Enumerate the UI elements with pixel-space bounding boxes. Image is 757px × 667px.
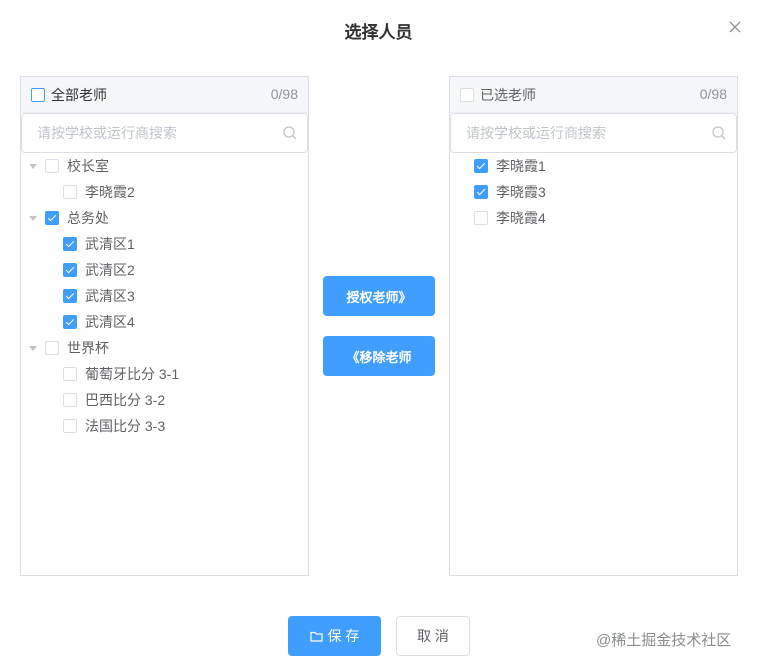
left-panel-count: 0/98 [270, 86, 298, 102]
right-transfer-panel: 已选老师 0/98 李晓霞1 李晓霞3 李晓霞4 [449, 76, 738, 576]
folder-icon [309, 631, 323, 642]
list-item[interactable]: 李晓霞1 [450, 153, 737, 179]
list-item-label: 李晓霞1 [496, 158, 546, 174]
tree-leaf-label: 葡萄牙比分 3-1 [85, 366, 180, 382]
list-checkbox[interactable] [474, 185, 488, 199]
list-checkbox[interactable] [474, 211, 488, 225]
save-button[interactable]: 保 存 [288, 616, 381, 656]
tree-leaf[interactable]: 武清区3 [21, 283, 308, 309]
caret-down-icon[interactable] [29, 345, 37, 351]
list-checkbox[interactable] [474, 159, 488, 173]
tree-leaf[interactable]: 武清区1 [21, 231, 308, 257]
tree-checkbox[interactable] [45, 341, 59, 355]
tree-leaf-label: 武清区3 [85, 288, 135, 304]
left-transfer-panel: 全部老师 0/98 校长室 李晓霞2 总务处 武清区1 武清区2 [20, 76, 309, 576]
tree-leaf[interactable]: 李晓霞2 [21, 179, 308, 205]
tree-leaf-label: 武清区1 [85, 236, 135, 252]
select-all-checkbox[interactable] [31, 87, 45, 102]
tree-leaf[interactable]: 葡萄牙比分 3-1 [21, 361, 308, 387]
tree-node-label: 校长室 [67, 158, 109, 174]
right-search-input[interactable] [450, 113, 737, 153]
tree-leaf-label: 巴西比分 3-2 [85, 392, 166, 408]
list-item[interactable]: 李晓霞4 [450, 205, 737, 231]
list-item[interactable]: 李晓霞3 [450, 179, 737, 205]
left-panel-title: 全部老师 [51, 86, 107, 103]
tree-leaf-label: 武清区4 [85, 314, 135, 330]
tree-node-label: 世界杯 [67, 340, 109, 356]
tree-checkbox[interactable] [45, 211, 59, 225]
tree-checkbox[interactable] [63, 263, 77, 277]
tree-leaf-label: 武清区2 [85, 262, 135, 278]
left-search-input[interactable] [21, 113, 308, 153]
tree-leaf-label: 李晓霞2 [85, 184, 135, 200]
tree-leaf[interactable]: 法国比分 3-3 [21, 413, 308, 439]
tree-leaf[interactable]: 武清区2 [21, 257, 308, 283]
list-item-label: 李晓霞4 [496, 210, 546, 226]
left-panel-header: 全部老师 0/98 [21, 77, 308, 113]
tree-leaf[interactable]: 巴西比分 3-2 [21, 387, 308, 413]
tree-node-world-cup[interactable]: 世界杯 [21, 335, 308, 361]
select-all-selected-checkbox[interactable] [460, 87, 474, 102]
search-icon [282, 125, 298, 141]
tree-node-general-affairs[interactable]: 总务处 [21, 205, 308, 231]
caret-down-icon[interactable] [29, 215, 37, 221]
cancel-button[interactable]: 取 消 [396, 616, 470, 656]
tree-checkbox[interactable] [63, 393, 77, 407]
close-icon[interactable] [726, 18, 744, 36]
tree-checkbox[interactable] [63, 237, 77, 251]
tree-leaf[interactable]: 武清区4 [21, 309, 308, 335]
right-panel-header: 已选老师 0/98 [450, 77, 737, 113]
search-icon [711, 125, 727, 141]
tree-checkbox[interactable] [63, 419, 77, 433]
list-item-label: 李晓霞3 [496, 184, 546, 200]
tree-leaf-label: 法国比分 3-3 [85, 418, 166, 434]
right-panel-count: 0/98 [699, 86, 727, 102]
grant-teacher-button[interactable]: 授权老师》 [323, 276, 435, 316]
tree-checkbox[interactable] [63, 185, 77, 199]
tree-node-label: 总务处 [67, 210, 109, 226]
dialog-title: 选择人员 [344, 23, 413, 42]
teacher-tree: 校长室 李晓霞2 总务处 武清区1 武清区2 武清区3 武清区4 世界杯 葡萄牙… [21, 153, 308, 439]
tree-checkbox[interactable] [45, 159, 59, 173]
tree-node-principal-office[interactable]: 校长室 [21, 153, 308, 179]
tree-checkbox[interactable] [63, 315, 77, 329]
selected-teacher-list: 李晓霞1 李晓霞3 李晓霞4 [450, 153, 737, 231]
tree-checkbox[interactable] [63, 289, 77, 303]
caret-down-icon[interactable] [29, 163, 37, 169]
tree-checkbox[interactable] [63, 367, 77, 381]
save-button-label: 保 存 [327, 628, 360, 644]
right-panel-title: 已选老师 [480, 86, 536, 103]
remove-teacher-button[interactable]: 《移除老师 [323, 336, 435, 376]
watermark: @稀土掘金技术社区 [596, 632, 732, 649]
